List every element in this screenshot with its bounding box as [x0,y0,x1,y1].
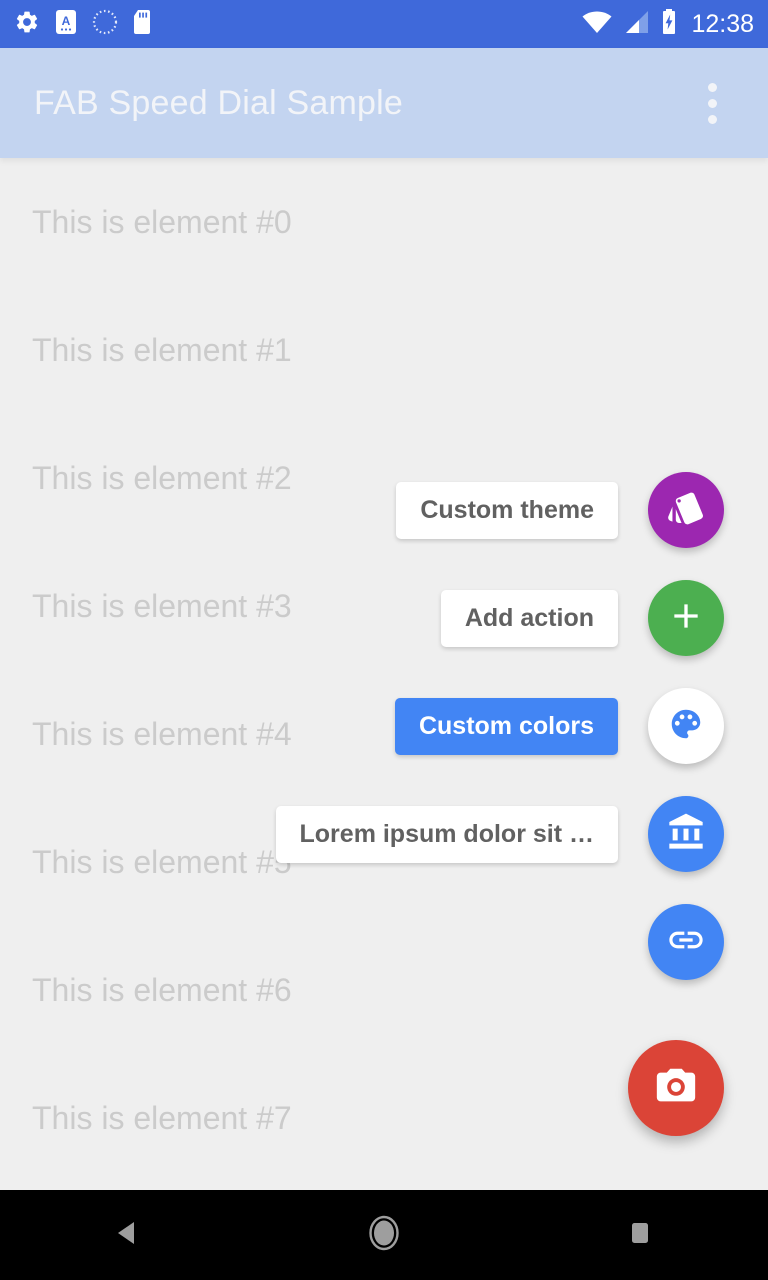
account-balance-icon [666,812,706,857]
brightness-loading-icon [92,9,118,40]
speed-dial-action-row: Add action [440,580,724,656]
speed-dial-action-row: Custom theme [396,472,724,548]
status-bar-left-icons: A [14,9,152,40]
text-language-a-icon: A [54,9,78,40]
app-bar: FAB Speed Dial Sample [0,48,768,158]
android-screen: A 12:38 FAB Speed Dial Sample This is el… [0,0,768,1280]
speed-dial-mini-fab-style-theme[interactable] [648,472,724,548]
speed-dial-action-row [648,904,724,980]
speed-dial-action-label[interactable]: Custom theme [396,481,618,539]
plus-icon [666,596,706,641]
system-navigation-bar [0,1190,768,1280]
square-icon [625,1218,655,1253]
speed-dial-action-row: Custom colors [394,688,724,764]
speed-dial-mini-fab-account-balance[interactable] [648,796,724,872]
speed-dial-mini-fab-palette[interactable] [648,688,724,764]
overflow-dot [707,82,717,92]
palette-icon [667,705,705,748]
nav-recents-button[interactable] [580,1190,700,1280]
page-title: FAB Speed Dial Sample [34,83,403,122]
fab-speed-dial-overlay: Custom theme Add action Custom colors Lorem… [0,158,768,1190]
settings-gear-icon [14,9,40,40]
speed-dial-action-label[interactable]: Add action [440,589,618,647]
overflow-menu-icon[interactable] [690,76,734,130]
style-theme-icon [666,488,706,533]
overflow-dot [707,114,717,124]
cell-signal-icon [623,9,651,40]
main-fab-camera[interactable] [628,1040,724,1136]
overflow-dot [707,98,717,108]
camera-icon [653,1063,699,1114]
wifi-icon [581,9,613,40]
status-bar-right-icons: 12:38 [581,8,754,41]
speed-dial-mini-fab-link[interactable] [648,904,724,980]
speed-dial-mini-fab-plus[interactable] [648,580,724,656]
nav-back-button[interactable] [68,1190,188,1280]
status-bar: A 12:38 [0,0,768,48]
status-bar-clock: 12:38 [691,9,754,38]
nav-home-button[interactable] [324,1190,444,1280]
link-icon [666,920,706,965]
sd-card-icon [132,9,152,40]
svg-text:A: A [62,14,71,28]
battery-charging-icon [661,8,677,41]
speed-dial-action-row: Lorem ipsum dolor sit … [275,796,724,872]
triangle-left-icon [111,1216,145,1255]
circle-icon [364,1213,404,1258]
speed-dial-action-label[interactable]: Custom colors [394,697,618,755]
speed-dial-action-label[interactable]: Lorem ipsum dolor sit … [275,805,618,863]
